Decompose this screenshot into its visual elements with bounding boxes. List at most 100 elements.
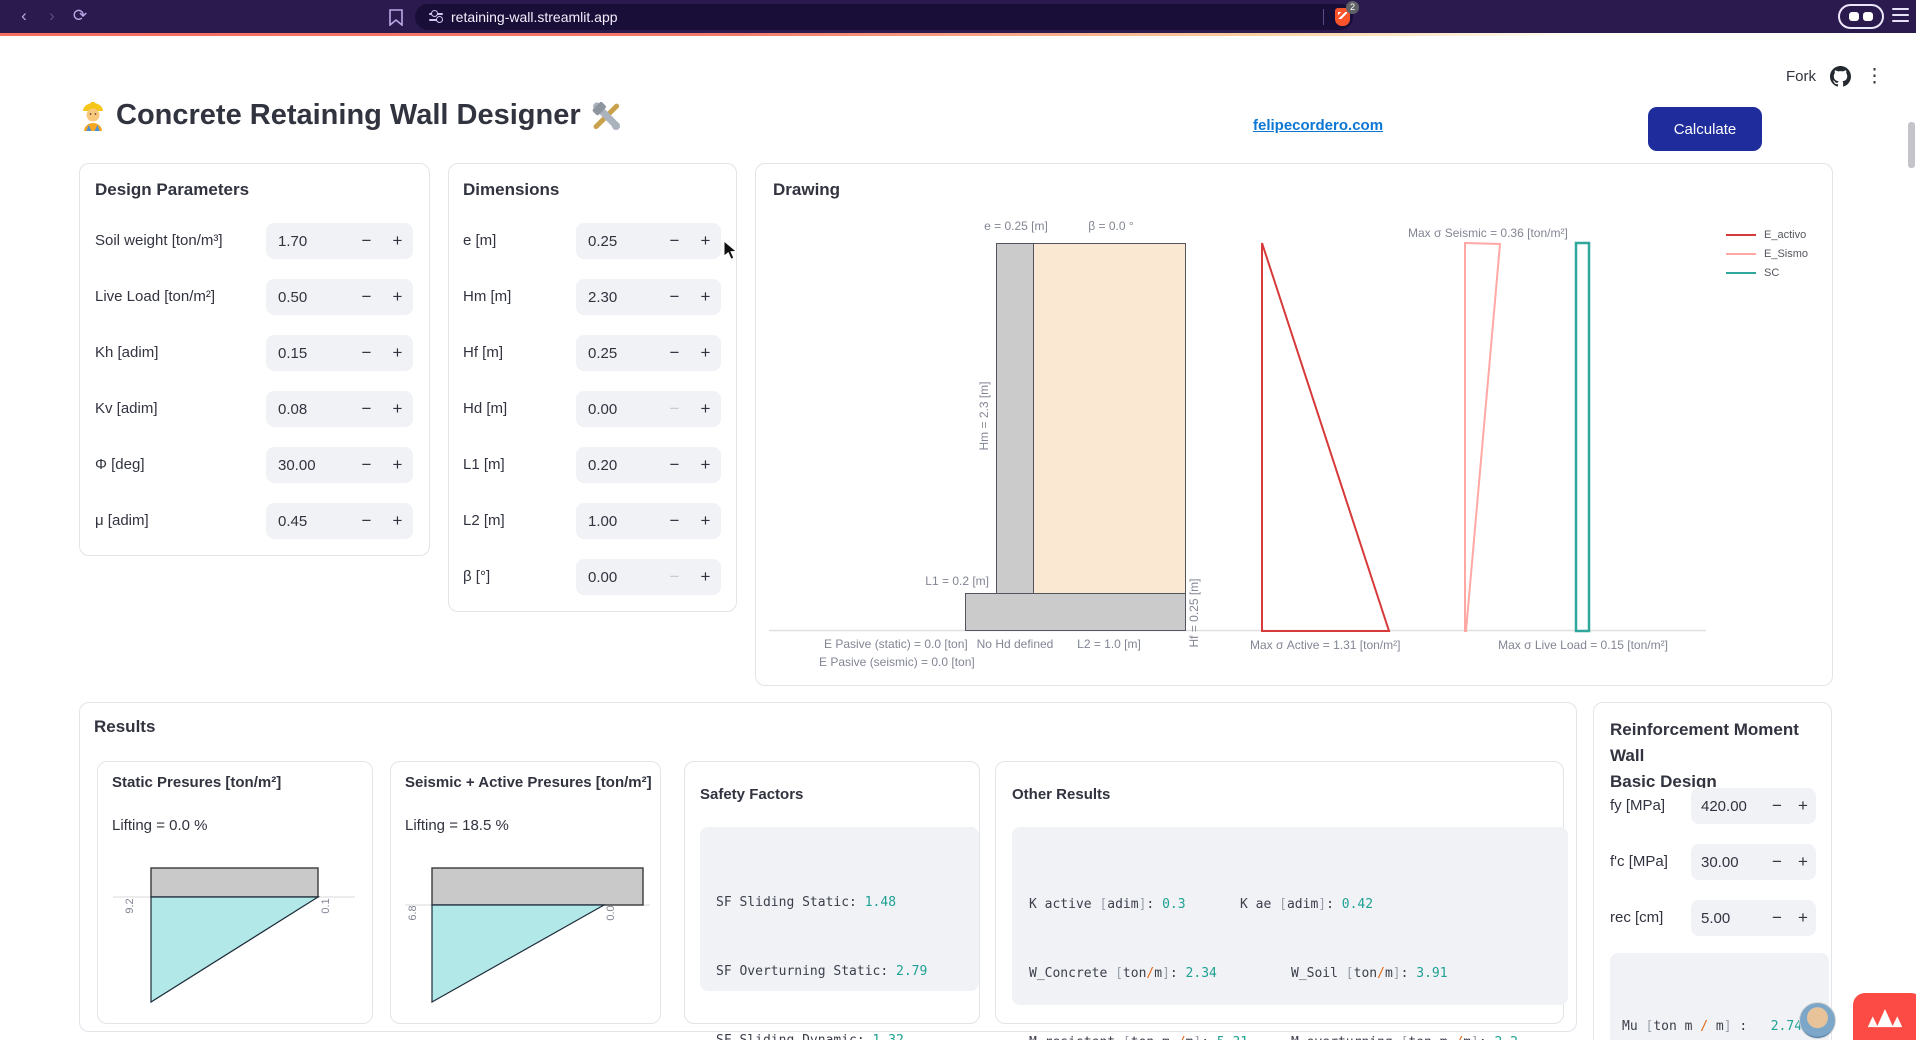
input-value[interactable]: 0.20 <box>576 457 659 474</box>
avatar[interactable] <box>1799 1002 1836 1039</box>
decrement-button[interactable]: − <box>1764 852 1790 872</box>
soil-weight-input[interactable]: 1.70 − + <box>266 223 413 259</box>
kv-input[interactable]: 0.08 − + <box>266 391 413 427</box>
seismic-pressure-plot <box>391 852 662 1022</box>
increment-button[interactable]: + <box>1790 852 1816 872</box>
increment-button[interactable]: + <box>690 567 721 587</box>
hf-input[interactable]: 0.25 − + <box>576 335 721 371</box>
live-load-input[interactable]: 0.50 − + <box>266 279 413 315</box>
calculate-button[interactable]: Calculate <box>1648 107 1762 151</box>
decrement-button[interactable]: − <box>351 343 382 363</box>
increment-button[interactable]: + <box>1790 908 1816 928</box>
input-value[interactable]: 0.25 <box>576 345 659 362</box>
increment-button[interactable]: + <box>690 343 721 363</box>
github-icon[interactable] <box>1830 66 1851 87</box>
soil-weight-row: Soil weight [ton/m³] 1.70 − + <box>80 223 429 259</box>
increment-button[interactable]: + <box>382 511 413 531</box>
l2-input[interactable]: 1.00 − + <box>576 503 721 539</box>
increment-button[interactable]: + <box>382 287 413 307</box>
rec-row: rec [cm] 5.00 − + <box>1594 900 1831 936</box>
input-label: Kv [adim] <box>95 400 158 417</box>
input-value[interactable]: 420.00 <box>1691 798 1764 815</box>
increment-button[interactable]: + <box>382 399 413 419</box>
fork-button[interactable]: Fork <box>1786 68 1816 85</box>
input-value[interactable]: 0.45 <box>266 513 351 530</box>
input-value[interactable]: 30.00 <box>1691 854 1764 871</box>
hammer-wrench-emoji <box>591 101 621 131</box>
l1-input[interactable]: 0.20 − + <box>576 447 721 483</box>
kh-input[interactable]: 0.15 − + <box>266 335 413 371</box>
increment-button[interactable]: + <box>690 287 721 307</box>
input-value[interactable]: 2.30 <box>576 289 659 306</box>
kh-row: Kh [adim] 0.15 − + <box>80 335 429 371</box>
input-value[interactable]: 0.15 <box>266 345 351 362</box>
code-label: K active [adim]: <box>1029 897 1162 912</box>
streamlit-badge[interactable] <box>1853 993 1916 1040</box>
rec-input[interactable]: 5.00 − + <box>1691 900 1816 936</box>
increment-button[interactable]: + <box>690 511 721 531</box>
decrement-button[interactable]: − <box>351 287 382 307</box>
code-label: Mu [ton m / m] : <box>1622 1019 1771 1034</box>
browser-toolbar: ‹ › ⟳ retaining-wall.streamlit.app 2 <box>0 0 1916 33</box>
reload-icon[interactable]: ⟳ <box>70 6 90 26</box>
increment-button[interactable]: + <box>382 455 413 475</box>
decrement-button[interactable]: − <box>351 455 382 475</box>
increment-button[interactable]: + <box>690 455 721 475</box>
increment-button[interactable]: + <box>690 231 721 251</box>
forward-icon[interactable]: › <box>42 6 62 26</box>
decrement-button[interactable]: − <box>351 399 382 419</box>
construction-worker-emoji <box>80 101 106 131</box>
code-value: 2.74 <box>1771 1019 1802 1034</box>
input-value[interactable]: 0.00 <box>576 401 659 418</box>
input-value[interactable]: 0.00 <box>576 569 659 586</box>
legend-label: E_activo <box>1764 229 1806 241</box>
back-icon[interactable]: ‹ <box>14 6 34 26</box>
menu-icon[interactable] <box>1892 8 1909 24</box>
code-line: SF Sliding Static: 1.48 <box>716 891 979 914</box>
input-value[interactable]: 0.25 <box>576 233 659 250</box>
hd-input[interactable]: 0.00 − + <box>576 391 721 427</box>
bookmark-icon[interactable] <box>389 9 403 26</box>
address-bar[interactable]: retaining-wall.streamlit.app 2 <box>415 4 1353 30</box>
increment-button[interactable]: + <box>382 343 413 363</box>
chart-title: Safety Factors <box>700 786 803 803</box>
input-value[interactable]: 1.70 <box>266 233 351 250</box>
input-value[interactable]: 30.00 <box>266 457 351 474</box>
legend-label: E_Sismo <box>1764 248 1808 260</box>
overflow-menu-icon[interactable]: ⋮ <box>1865 67 1884 87</box>
scrollbar-thumb[interactable] <box>1908 122 1915 168</box>
input-value[interactable]: 0.50 <box>266 289 351 306</box>
author-link[interactable]: felipecordero.com <box>1253 117 1383 134</box>
decrement-button[interactable]: − <box>1764 908 1790 928</box>
decrement-button[interactable]: − <box>659 455 690 475</box>
decrement-button[interactable]: − <box>659 511 690 531</box>
increment-button[interactable]: + <box>690 399 721 419</box>
mu-input[interactable]: 0.45 − + <box>266 503 413 539</box>
hm-input[interactable]: 2.30 − + <box>576 279 721 315</box>
input-value[interactable]: 1.00 <box>576 513 659 530</box>
site-settings-icon[interactable] <box>429 11 443 23</box>
fc-input[interactable]: 30.00 − + <box>1691 844 1816 880</box>
e-input[interactable]: 0.25 − + <box>576 223 721 259</box>
url-text[interactable]: retaining-wall.streamlit.app <box>451 9 618 25</box>
legend-item: E_activo <box>1726 225 1808 244</box>
increment-button[interactable]: + <box>382 231 413 251</box>
decrement-button[interactable]: − <box>351 231 382 251</box>
lifting-value: Lifting = 18.5 % <box>405 817 509 834</box>
code-label: W_Soil [ton/m]: <box>1291 966 1416 981</box>
legend-item: E_Sismo <box>1726 244 1808 263</box>
input-value[interactable]: 5.00 <box>1691 910 1764 927</box>
decrement-button[interactable]: − <box>659 343 690 363</box>
decrement-button[interactable]: − <box>1764 796 1790 816</box>
input-value[interactable]: 0.08 <box>266 401 351 418</box>
decrement-button[interactable]: − <box>659 231 690 251</box>
increment-button[interactable]: + <box>1790 796 1816 816</box>
results-card: Results Static Presures [ton/m²] Lifting… <box>79 702 1577 1032</box>
phi-input[interactable]: 30.00 − + <box>266 447 413 483</box>
decrement-button[interactable]: − <box>351 511 382 531</box>
decrement-button: − <box>659 399 690 419</box>
beta-input[interactable]: 0.00 − + <box>576 559 721 595</box>
brave-vpn-button[interactable] <box>1838 4 1884 29</box>
fy-input[interactable]: 420.00 − + <box>1691 788 1816 824</box>
decrement-button[interactable]: − <box>659 287 690 307</box>
